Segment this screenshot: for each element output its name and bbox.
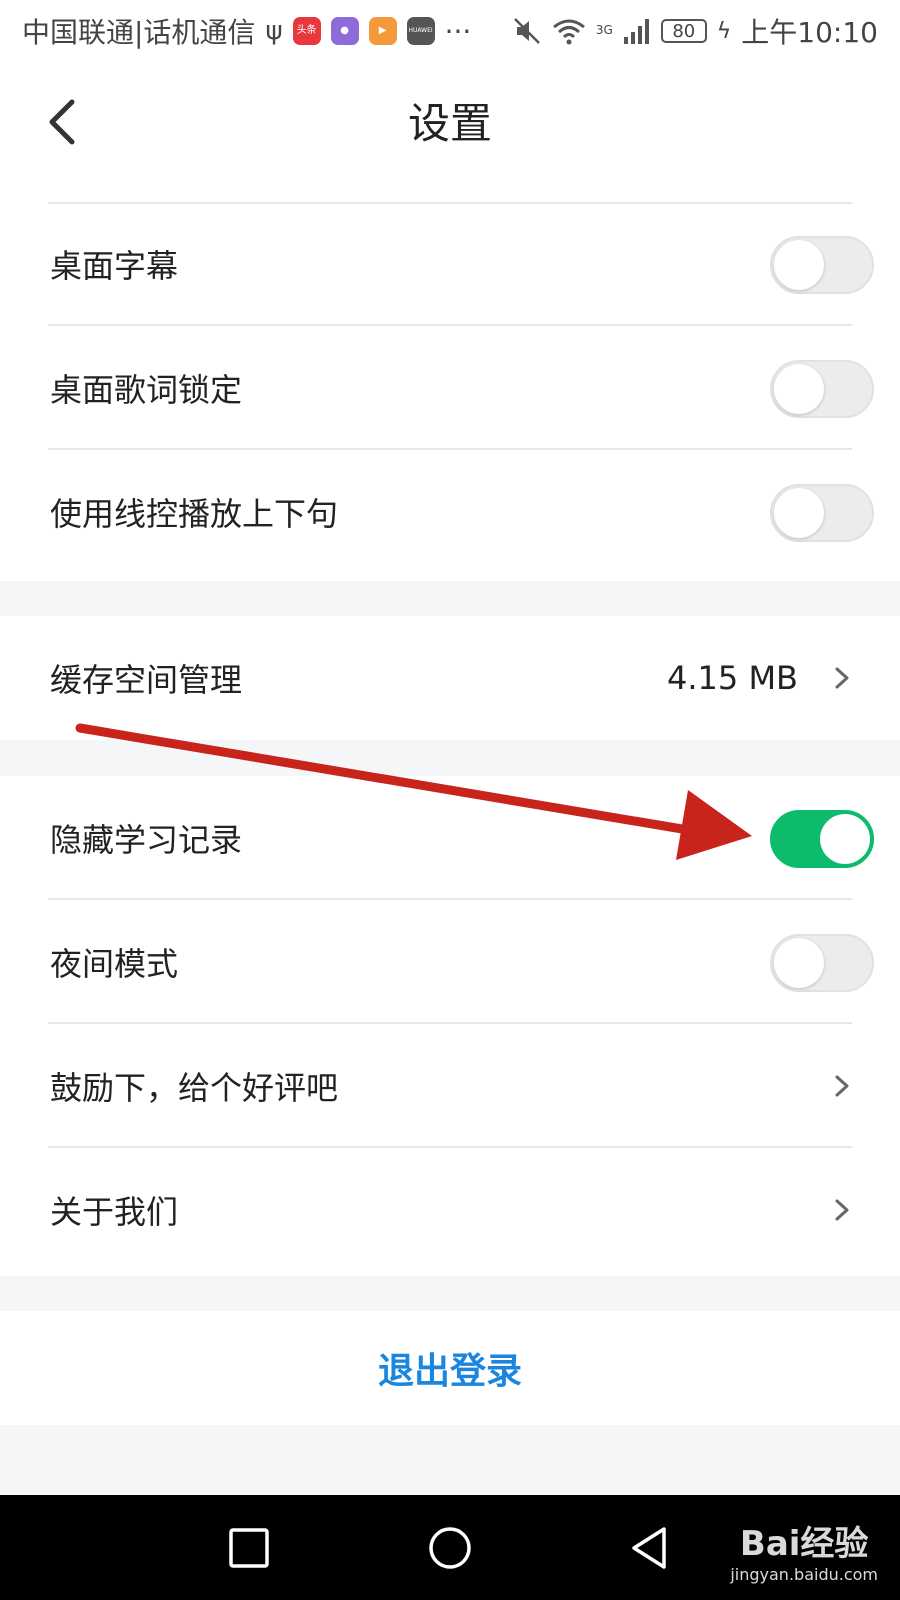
setting-label: 隐藏学习记录	[50, 821, 243, 859]
header-bar: 设置	[0, 62, 900, 202]
setting-label: 关于我们	[50, 1193, 179, 1231]
misc-settings-group: 隐藏学习记录 夜间模式 鼓励下，给个好评吧 关于我们	[0, 776, 900, 1276]
signal-icon	[623, 19, 649, 44]
clock: 上午10:10	[741, 16, 878, 49]
toggle-knob	[774, 240, 824, 290]
setting-label: 夜间模式	[50, 945, 179, 983]
triangle-back-icon[interactable]	[628, 1525, 670, 1571]
setting-label: 使用线控播放上下句	[50, 495, 339, 533]
setting-rate-us[interactable]: 鼓励下，给个好评吧	[0, 1024, 900, 1148]
app-notification-icon: ●	[330, 17, 359, 45]
lyrics-lock-toggle[interactable]	[770, 360, 874, 418]
setting-night-mode: 夜间模式	[0, 900, 900, 1024]
logout-button[interactable]: 退出登录	[378, 1342, 522, 1394]
cache-size-value: 4.15 MB	[667, 659, 798, 697]
setting-label: 鼓励下，给个好评吧	[50, 1069, 339, 1107]
display-settings-group: 桌面字幕 桌面歌词锁定 使用线控播放上下句	[0, 202, 900, 581]
watermark-url: jingyan.baidu.com	[730, 1565, 878, 1584]
desktop-subtitles-toggle[interactable]	[770, 236, 874, 294]
night-mode-toggle[interactable]	[770, 934, 874, 992]
status-bar: 中国联通|话机通信 ψ 头条 ● ▶ HUAWEI ··· 3G 80 ϟ 上午…	[0, 0, 900, 62]
hide-history-toggle[interactable]	[770, 810, 874, 868]
toggle-knob	[774, 488, 824, 538]
more-notifications-icon: ···	[444, 14, 472, 48]
huawei-app-icon: HUAWEI	[406, 17, 435, 45]
toggle-knob	[774, 938, 824, 988]
setting-label: 桌面歌词锁定	[50, 371, 243, 409]
charging-icon: ϟ	[716, 18, 732, 44]
cache-group: 缓存空间管理 4.15 MB	[0, 616, 900, 740]
setting-wired-control: 使用线控播放上下句	[0, 450, 900, 574]
wifi-icon	[552, 19, 585, 45]
system-nav-bar: Bai经验 jingyan.baidu.com	[0, 1495, 900, 1600]
circle-icon[interactable]	[427, 1525, 473, 1571]
network-type-label: 3G	[595, 23, 613, 37]
carrier-label: 中国联通|话机通信	[22, 16, 256, 49]
toutiao-app-icon: 头条	[292, 17, 321, 45]
toggle-knob	[820, 814, 870, 864]
battery-icon: 80	[660, 19, 707, 43]
logout-group: 退出登录	[0, 1311, 900, 1425]
chevron-right-icon	[835, 1199, 849, 1221]
setting-lyrics-lock: 桌面歌词锁定	[0, 326, 900, 450]
setting-about-us[interactable]: 关于我们	[0, 1148, 900, 1272]
setting-cache-management[interactable]: 缓存空间管理 4.15 MB	[0, 616, 900, 740]
mute-icon	[513, 18, 540, 44]
watermark-brand: Bai经验	[739, 1524, 869, 1564]
square-icon[interactable]	[228, 1527, 270, 1569]
setting-desktop-subtitles: 桌面字幕	[0, 202, 900, 326]
video-app-icon: ▶	[368, 17, 397, 45]
page-title: 设置	[407, 99, 492, 148]
toggle-knob	[774, 364, 824, 414]
chevron-right-icon	[835, 667, 849, 689]
baidu-jingyan-watermark: Bai经验 jingyan.baidu.com	[730, 1516, 878, 1584]
setting-label: 桌面字幕	[50, 247, 179, 285]
setting-label: 缓存空间管理	[50, 661, 243, 699]
setting-hide-history: 隐藏学习记录	[0, 776, 900, 900]
usb-icon: ψ	[265, 16, 283, 46]
wired-control-toggle[interactable]	[770, 484, 874, 542]
chevron-right-icon	[835, 1075, 849, 1097]
